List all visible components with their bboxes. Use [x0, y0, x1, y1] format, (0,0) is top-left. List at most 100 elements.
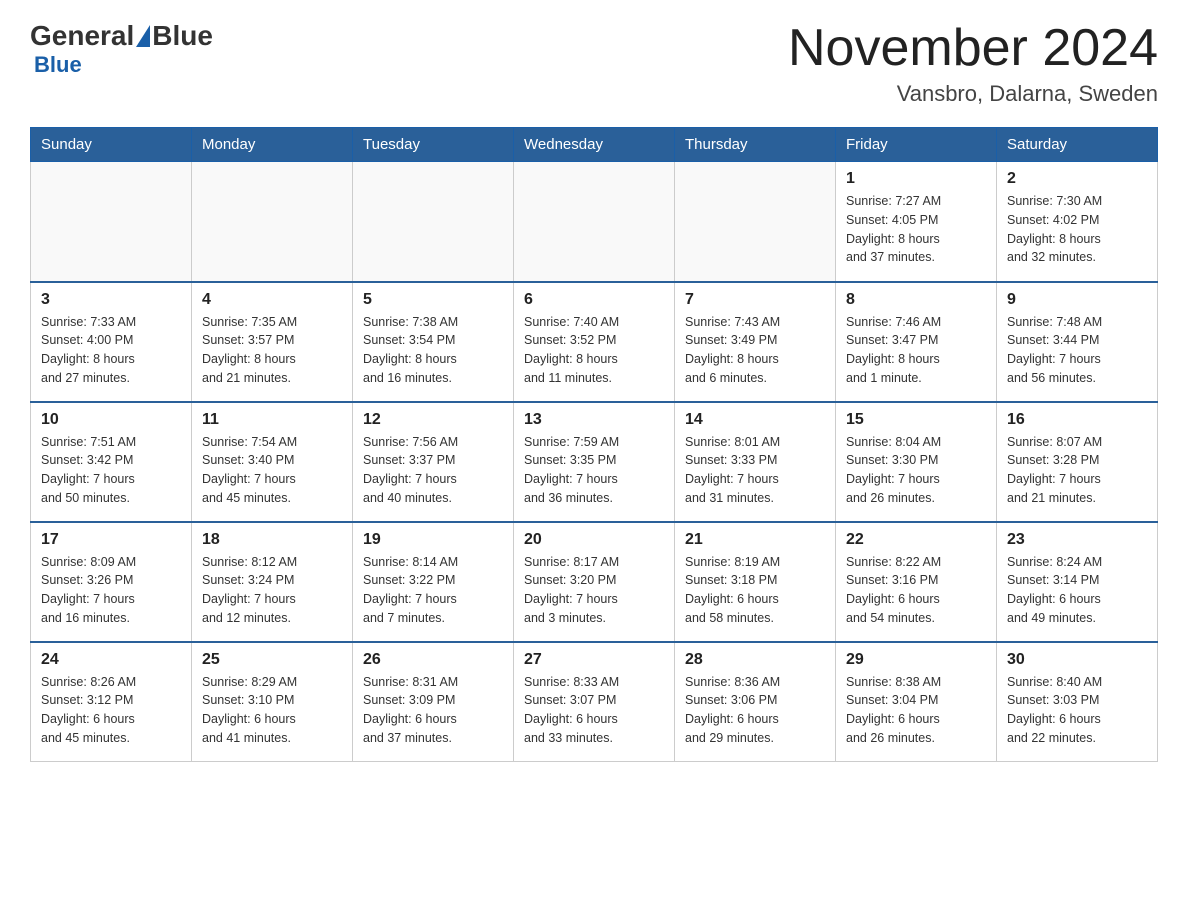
- calendar-cell: 19 Sunrise: 8:14 AMSunset: 3:22 PMDayligh…: [353, 522, 514, 642]
- day-number: 26: [363, 651, 503, 669]
- day-number: 8: [846, 291, 986, 309]
- weekday-header-thursday: Thursday: [675, 128, 836, 162]
- day-number: 17: [41, 531, 181, 549]
- day-info: Sunrise: 7:35 AMSunset: 3:57 PMDaylight:…: [202, 313, 342, 388]
- day-info: Sunrise: 7:46 AMSunset: 3:47 PMDaylight:…: [846, 313, 986, 388]
- day-number: 10: [41, 411, 181, 429]
- location-title: Vansbro, Dalarna, Sweden: [788, 81, 1158, 107]
- day-info: Sunrise: 7:38 AMSunset: 3:54 PMDaylight:…: [363, 313, 503, 388]
- calendar-cell: [514, 162, 675, 282]
- day-number: 4: [202, 291, 342, 309]
- day-info: Sunrise: 8:29 AMSunset: 3:10 PMDaylight:…: [202, 673, 342, 748]
- day-number: 16: [1007, 411, 1147, 429]
- calendar-cell: 10 Sunrise: 7:51 AMSunset: 3:42 PMDayligh…: [31, 402, 192, 522]
- calendar-week-row: 24 Sunrise: 8:26 AMSunset: 3:12 PMDayligh…: [31, 642, 1158, 762]
- day-number: 11: [202, 411, 342, 429]
- calendar-cell: 29 Sunrise: 8:38 AMSunset: 3:04 PMDayligh…: [836, 642, 997, 762]
- calendar-cell: 8 Sunrise: 7:46 AMSunset: 3:47 PMDaylight…: [836, 282, 997, 402]
- day-number: 23: [1007, 531, 1147, 549]
- weekday-header-wednesday: Wednesday: [514, 128, 675, 162]
- day-number: 14: [685, 411, 825, 429]
- day-info: Sunrise: 8:38 AMSunset: 3:04 PMDaylight:…: [846, 673, 986, 748]
- calendar-cell: [675, 162, 836, 282]
- calendar-cell: 24 Sunrise: 8:26 AMSunset: 3:12 PMDayligh…: [31, 642, 192, 762]
- calendar-cell: [31, 162, 192, 282]
- weekday-header-saturday: Saturday: [997, 128, 1158, 162]
- day-info: Sunrise: 8:01 AMSunset: 3:33 PMDaylight:…: [685, 433, 825, 508]
- day-number: 30: [1007, 651, 1147, 669]
- day-number: 7: [685, 291, 825, 309]
- day-info: Sunrise: 8:04 AMSunset: 3:30 PMDaylight:…: [846, 433, 986, 508]
- calendar-cell: 9 Sunrise: 7:48 AMSunset: 3:44 PMDaylight…: [997, 282, 1158, 402]
- day-info: Sunrise: 7:56 AMSunset: 3:37 PMDaylight:…: [363, 433, 503, 508]
- day-info: Sunrise: 7:54 AMSunset: 3:40 PMDaylight:…: [202, 433, 342, 508]
- weekday-header-sunday: Sunday: [31, 128, 192, 162]
- day-info: Sunrise: 7:33 AMSunset: 4:00 PMDaylight:…: [41, 313, 181, 388]
- day-info: Sunrise: 8:40 AMSunset: 3:03 PMDaylight:…: [1007, 673, 1147, 748]
- day-number: 9: [1007, 291, 1147, 309]
- calendar-week-row: 3 Sunrise: 7:33 AMSunset: 4:00 PMDaylight…: [31, 282, 1158, 402]
- calendar-cell: 22 Sunrise: 8:22 AMSunset: 3:16 PMDayligh…: [836, 522, 997, 642]
- month-title: November 2024: [788, 20, 1158, 77]
- calendar-cell: 1Sunrise: 7:27 AMSunset: 4:05 PMDaylight…: [836, 162, 997, 282]
- calendar-week-row: 10 Sunrise: 7:51 AMSunset: 3:42 PMDayligh…: [31, 402, 1158, 522]
- day-info: Sunrise: 7:51 AMSunset: 3:42 PMDaylight:…: [41, 433, 181, 508]
- weekday-header-tuesday: Tuesday: [353, 128, 514, 162]
- logo-triangle-icon: [136, 25, 150, 47]
- day-info: Sunrise: 8:14 AMSunset: 3:22 PMDaylight:…: [363, 553, 503, 628]
- title-block: November 2024 Vansbro, Dalarna, Sweden: [788, 20, 1158, 107]
- calendar-cell: 6 Sunrise: 7:40 AMSunset: 3:52 PMDaylight…: [514, 282, 675, 402]
- day-info: Sunrise: 8:36 AMSunset: 3:06 PMDaylight:…: [685, 673, 825, 748]
- logo-subtitle: Blue: [34, 52, 82, 78]
- calendar-cell: 28 Sunrise: 8:36 AMSunset: 3:06 PMDayligh…: [675, 642, 836, 762]
- day-number: 27: [524, 651, 664, 669]
- day-info: Sunrise: 8:33 AMSunset: 3:07 PMDaylight:…: [524, 673, 664, 748]
- calendar-week-row: 1Sunrise: 7:27 AMSunset: 4:05 PMDaylight…: [31, 162, 1158, 282]
- day-info: Sunrise: 8:22 AMSunset: 3:16 PMDaylight:…: [846, 553, 986, 628]
- day-info: Sunrise: 8:24 AMSunset: 3:14 PMDaylight:…: [1007, 553, 1147, 628]
- calendar-week-row: 17Sunrise: 8:09 AMSunset: 3:26 PMDayligh…: [31, 522, 1158, 642]
- day-info: Sunrise: 8:26 AMSunset: 3:12 PMDaylight:…: [41, 673, 181, 748]
- calendar-cell: 26 Sunrise: 8:31 AMSunset: 3:09 PMDayligh…: [353, 642, 514, 762]
- day-number: 6: [524, 291, 664, 309]
- calendar-cell: 30 Sunrise: 8:40 AMSunset: 3:03 PMDayligh…: [997, 642, 1158, 762]
- day-info: Sunrise: 8:31 AMSunset: 3:09 PMDaylight:…: [363, 673, 503, 748]
- day-number: 22: [846, 531, 986, 549]
- day-number: 19: [363, 531, 503, 549]
- day-info: Sunrise: 8:12 AMSunset: 3:24 PMDaylight:…: [202, 553, 342, 628]
- day-number: 20: [524, 531, 664, 549]
- day-number: 29: [846, 651, 986, 669]
- calendar-cell: 16 Sunrise: 8:07 AMSunset: 3:28 PMDayligh…: [997, 402, 1158, 522]
- logo-blue-text: Blue: [152, 20, 213, 52]
- calendar-cell: 18 Sunrise: 8:12 AMSunset: 3:24 PMDayligh…: [192, 522, 353, 642]
- calendar-cell: 15 Sunrise: 8:04 AMSunset: 3:30 PMDayligh…: [836, 402, 997, 522]
- day-number: 28: [685, 651, 825, 669]
- day-number: 12: [363, 411, 503, 429]
- calendar-cell: 2 Sunrise: 7:30 AMSunset: 4:02 PMDaylight…: [997, 162, 1158, 282]
- day-number: 21: [685, 531, 825, 549]
- calendar-cell: 4 Sunrise: 7:35 AMSunset: 3:57 PMDaylight…: [192, 282, 353, 402]
- weekday-header-monday: Monday: [192, 128, 353, 162]
- day-info: Sunrise: 7:48 AMSunset: 3:44 PMDaylight:…: [1007, 313, 1147, 388]
- calendar-cell: [192, 162, 353, 282]
- day-number: 1: [846, 170, 986, 188]
- day-number: 3: [41, 291, 181, 309]
- day-info: Sunrise: 8:19 AMSunset: 3:18 PMDaylight:…: [685, 553, 825, 628]
- calendar-cell: 7 Sunrise: 7:43 AMSunset: 3:49 PMDaylight…: [675, 282, 836, 402]
- logo: General Blue Blue: [30, 20, 213, 78]
- day-info: Sunrise: 8:07 AMSunset: 3:28 PMDaylight:…: [1007, 433, 1147, 508]
- day-info: Sunrise: 7:30 AMSunset: 4:02 PMDaylight:…: [1007, 192, 1147, 267]
- day-info: Sunrise: 7:40 AMSunset: 3:52 PMDaylight:…: [524, 313, 664, 388]
- day-number: 24: [41, 651, 181, 669]
- day-info: Sunrise: 7:59 AMSunset: 3:35 PMDaylight:…: [524, 433, 664, 508]
- day-info: Sunrise: 8:17 AMSunset: 3:20 PMDaylight:…: [524, 553, 664, 628]
- day-info: Sunrise: 7:43 AMSunset: 3:49 PMDaylight:…: [685, 313, 825, 388]
- calendar-cell: 12 Sunrise: 7:56 AMSunset: 3:37 PMDayligh…: [353, 402, 514, 522]
- day-number: 18: [202, 531, 342, 549]
- logo-general-text: General: [30, 20, 134, 52]
- calendar-cell: 13Sunrise: 7:59 AMSunset: 3:35 PMDayligh…: [514, 402, 675, 522]
- day-number: 15: [846, 411, 986, 429]
- calendar-cell: 20 Sunrise: 8:17 AMSunset: 3:20 PMDayligh…: [514, 522, 675, 642]
- day-number: 2: [1007, 170, 1147, 188]
- calendar-cell: 25Sunrise: 8:29 AMSunset: 3:10 PMDayligh…: [192, 642, 353, 762]
